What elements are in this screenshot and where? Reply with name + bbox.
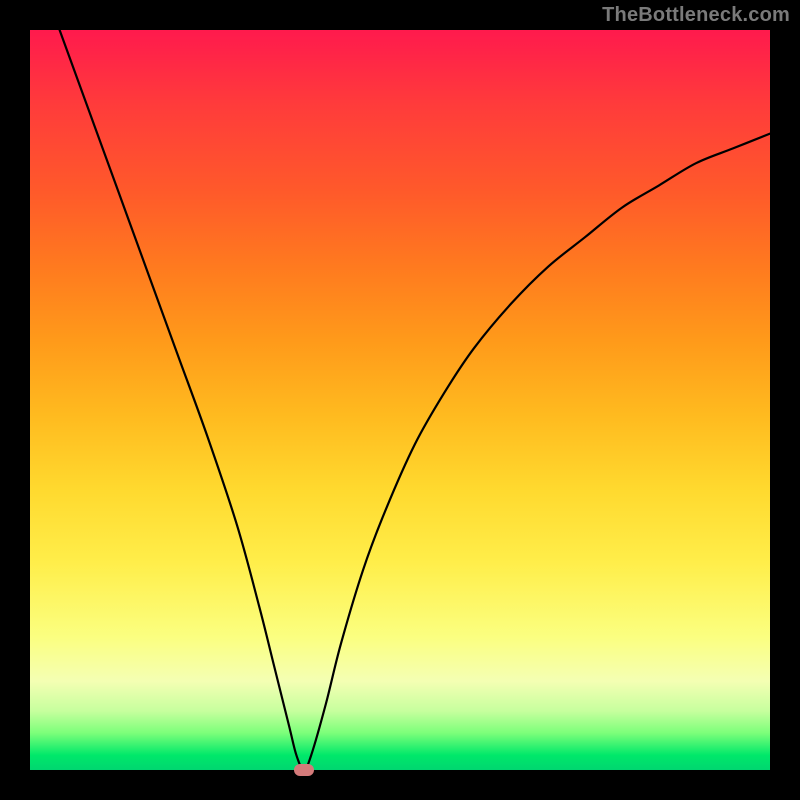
curve-svg (30, 30, 770, 770)
plot-area (30, 30, 770, 770)
chart-frame: TheBottleneck.com (0, 0, 800, 800)
attribution-text: TheBottleneck.com (602, 4, 790, 27)
optimal-point-marker (294, 764, 314, 776)
bottleneck-curve (60, 30, 770, 770)
